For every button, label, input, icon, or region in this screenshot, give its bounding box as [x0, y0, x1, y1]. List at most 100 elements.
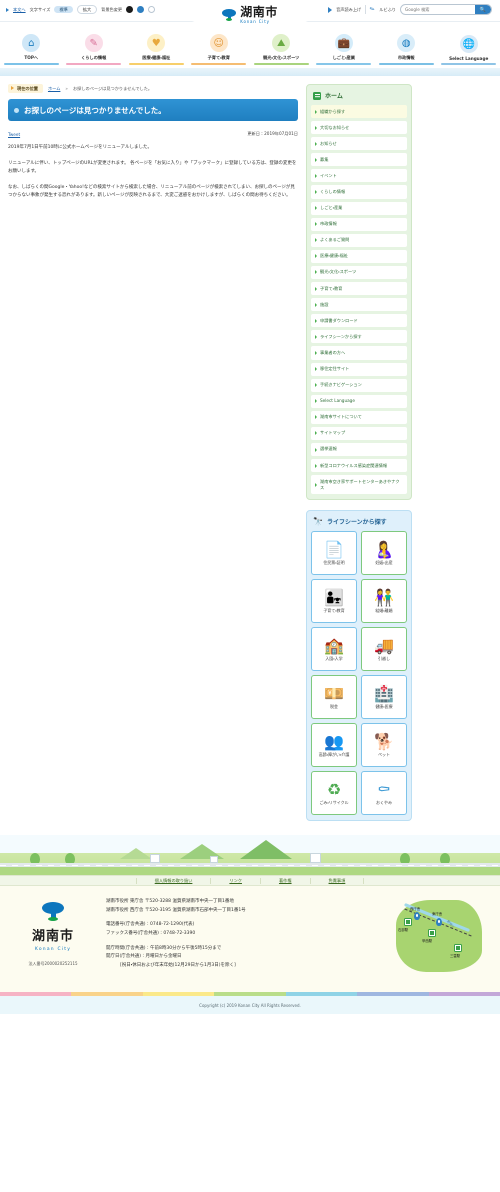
bgcolor-blue-button[interactable]	[137, 6, 145, 14]
lifescene-tile-2[interactable]: 👨‍👧 子育て・教育	[311, 579, 357, 624]
search-input[interactable]	[401, 7, 475, 12]
gnav-label: くらしの情報	[81, 55, 107, 60]
sidebar-item-10[interactable]: 観光・文化・スポーツ	[311, 265, 407, 280]
page-container: 現在の位置 ホーム » お探しのページは見つかりませんでした。 お探しのページは…	[0, 76, 500, 822]
article-body: 2019年7月1日午前10時に公式ホームページをリニューアルしました。リニューア…	[8, 144, 298, 201]
pencil-icon: ✎	[368, 4, 377, 14]
breadcrumb-home-link[interactable]: ホーム	[48, 86, 60, 92]
sidebar-item-21[interactable]: 選挙速報	[311, 442, 407, 457]
footer-logo: 湖南市 Konan City 法人番号2000020252115	[8, 896, 98, 967]
sidebar-item-label: 移住定住サイト	[320, 366, 350, 371]
ruby-furigana-link[interactable]: ルビふり	[379, 7, 396, 13]
gnav-label: TOPへ	[24, 55, 39, 60]
sidebar-item-3[interactable]: 募集	[311, 153, 407, 167]
footer-link-1[interactable]: リンク	[210, 877, 260, 884]
globe-icon: 🌐	[459, 35, 478, 53]
gnav-item-2[interactable]: ♥ 医療・健康・福祉	[125, 19, 188, 65]
fontsize-large-button[interactable]: 拡大	[76, 5, 98, 15]
sidebar-item-7[interactable]: 市政情報	[311, 217, 407, 231]
bgcolor-black-button[interactable]	[126, 6, 134, 14]
gnav-label: 子育て・教育	[207, 55, 230, 60]
article-paragraph-0: 2019年7月1日午前10時に公式ホームページをリニューアルしました。	[8, 145, 152, 150]
couple-icon: 👫	[374, 587, 394, 607]
utility-divider	[365, 5, 367, 14]
footer-link-0[interactable]: 個人情報の取り扱い	[135, 877, 211, 884]
lifescene-tile-label: ペット	[378, 751, 390, 757]
sidebar-item-label: 施設	[320, 301, 329, 307]
footer-link-3[interactable]: 免責事項	[309, 877, 365, 884]
lifescene-tile-4[interactable]: 🏫 入園・入学	[311, 627, 357, 672]
sidebar-item-5[interactable]: くらしの情報	[311, 185, 407, 199]
lifescene-tile-7[interactable]: 🏥 健康・医療	[361, 675, 407, 720]
lifescene-tile-5[interactable]: 🚚 引越し	[361, 627, 407, 672]
sidebar-item-13[interactable]: 申請書ダウンロード	[311, 314, 407, 328]
lifescene-tile-9[interactable]: 🐕 ペット	[361, 723, 407, 768]
lifescene-tile-6[interactable]: 💴 税金	[311, 675, 357, 720]
gnav-item-7[interactable]: 🌐 Select Language	[438, 19, 500, 65]
sidebar-item-18[interactable]: Select Language	[311, 394, 407, 408]
footer-link-2[interactable]: 著作権	[259, 877, 310, 884]
sidebar-item-2[interactable]: お知らせ	[311, 137, 407, 151]
lifescene-tile-11[interactable]: ⚰ おくやみ	[361, 771, 407, 816]
text-to-speech-link[interactable]: 音声読み上げ	[336, 7, 361, 13]
gnav-label: 観光・文化・スポーツ	[263, 55, 300, 60]
sidebar-item-14[interactable]: ライフシーンから探す	[311, 330, 407, 344]
address-east-office: 湖南市役所 東庁舎 〒520-3288 滋賀県湖南市中央一丁目1番地	[106, 899, 234, 905]
gnav-item-5[interactable]: 💼 しごと・産業	[313, 19, 376, 65]
fax-number: ファックス番号(庁舎共通)：0748-72-3390	[106, 930, 196, 936]
page-title-banner: お探しのページは見つかりませんでした。	[8, 99, 298, 121]
lifescene-tile-3[interactable]: 👫 結婚・離婚	[361, 579, 407, 624]
bgcolor-white-button[interactable]	[148, 6, 156, 14]
medical-icon: 🏥	[374, 683, 394, 703]
konan-balloon-icon	[42, 902, 64, 922]
sidebar-item-4[interactable]: イベント	[311, 169, 407, 183]
sidebar-item-19[interactable]: 湖南市サイトについて	[311, 410, 407, 424]
sidebar-item-0[interactable]: 組織から探す	[311, 105, 407, 119]
gnav-label: Select Language	[449, 56, 489, 61]
station-icon-ishibe	[404, 918, 412, 927]
sidebar-item-label: くらしの情報	[320, 188, 346, 194]
sidebar-item-17[interactable]: 手続きナビゲーション	[311, 378, 407, 392]
sidebar-item-8[interactable]: よくあるご質問	[311, 233, 407, 247]
breadcrumb-separator: »	[65, 86, 68, 91]
lifescene-tile-0[interactable]: 📄 住民票・証明	[311, 531, 357, 576]
footer-navigation: 個人情報の取り扱い リンク 著作権 免責事項	[0, 875, 500, 887]
footer-address-block: 湖南市役所 東庁舎 〒520-3288 滋賀県湖南市中央一丁目1番地 湖南市役所…	[106, 896, 380, 970]
utility-right-group: 音声読み上げ ✎ ルビふり 🔍	[328, 4, 492, 15]
grass-band	[0, 867, 500, 876]
document-icon: ✎	[84, 34, 103, 52]
lifescene-tile-8[interactable]: 👥 高齢・障がい・介護	[311, 723, 357, 768]
site-search[interactable]: 🔍	[400, 4, 492, 15]
station-icon-kosei	[428, 929, 436, 938]
lifescene-tile-1[interactable]: 🤱 妊娠・出産	[361, 531, 407, 576]
sidebar-item-20[interactable]: サイトマップ	[311, 426, 407, 440]
sidebar-item-9[interactable]: 医療・健康・福祉	[311, 249, 407, 263]
sidebar-item-label: 組織から探す	[320, 108, 346, 114]
sidebar-item-1[interactable]: 大切なお知らせ	[311, 121, 407, 135]
sidebar-item-6[interactable]: しごと・産業	[311, 201, 407, 215]
sidebar-item-11[interactable]: 子育て・教育	[311, 282, 407, 296]
gnav-item-1[interactable]: ✎ くらしの情報	[63, 19, 126, 65]
tweet-button[interactable]: Tweet	[8, 132, 20, 137]
lifescene-panel: 🔭 ライフシーンから探す 📄 住民票・証明 🤱 妊娠・出産 👨‍👧 子育て・教育 👫 結婚・離…	[306, 510, 412, 822]
sidebar-item-15[interactable]: 事業者の方へ	[311, 346, 407, 360]
lifescene-tile-label: 子育て・教育	[323, 607, 345, 613]
sidebar-item-16[interactable]: 移住定住サイト	[311, 362, 407, 376]
sidebar-item-label: 湖南市サイトについて	[320, 414, 362, 420]
logo-text: 湖南市 Konan City	[240, 6, 278, 25]
lifescene-tile-10[interactable]: ♻ ごみ・リサイクル	[311, 771, 357, 816]
skip-to-content-link[interactable]: 本文へ	[13, 7, 26, 13]
lifescene-tile-label: 健康・医療	[375, 703, 393, 709]
gnav-item-6[interactable]: ◍ 市政情報	[375, 19, 438, 65]
lifescene-tile-label: ごみ・リサイクル	[319, 799, 349, 805]
sidebar-item-23[interactable]: 湖南市空き家サポートセンターあきやナクス	[311, 475, 407, 495]
fontsize-standard-button[interactable]: 標準	[54, 6, 73, 14]
lifescene-tile-label: 引越し	[378, 655, 390, 661]
sidebar-item-22[interactable]: 新型コロナウイルス感染症関連情報	[311, 459, 407, 473]
sidebar-menu: ホーム 組織から探す 大切なお知らせ お知らせ 募集 イベント くらしの情報 しごと・産業市…	[306, 84, 412, 501]
gnav-item-0[interactable]: ⌂ TOPへ	[0, 19, 63, 65]
article-paragraph-1: リニューアルに伴い、トップページのURLが変更されます。 各ページを「お気に入り…	[8, 160, 297, 175]
sidebar-item-12[interactable]: 施設	[311, 298, 407, 312]
city-map[interactable]: 西庁舎 東庁舎 石部駅 甲西駅 三雲駅 野洲川	[388, 896, 492, 984]
search-icon[interactable]: 🔍	[475, 5, 491, 14]
